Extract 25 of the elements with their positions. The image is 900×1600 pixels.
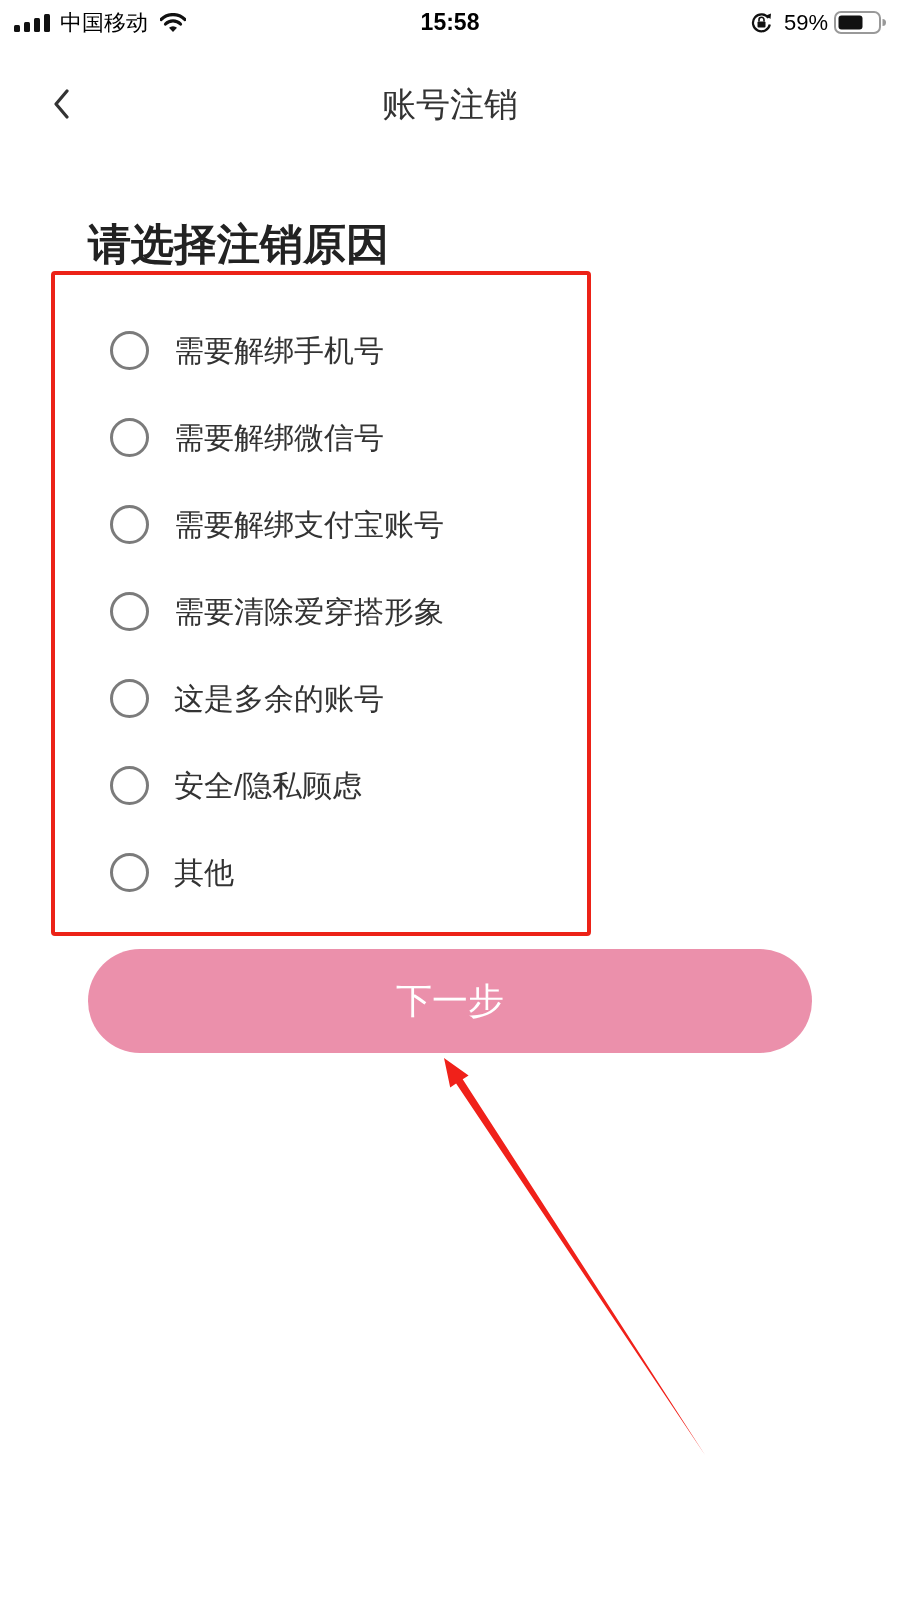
reason-label[interactable]: 其他 <box>174 857 234 888</box>
status-time: 15:58 <box>420 11 480 34</box>
reason-label[interactable]: 需要解绑支付宝账号 <box>174 509 444 540</box>
radio-button[interactable] <box>110 331 149 370</box>
radio-button[interactable] <box>110 766 149 805</box>
section-heading: 请选择注销原因 <box>88 223 389 266</box>
rotation-lock-icon <box>750 12 772 33</box>
radio-button[interactable] <box>110 853 149 892</box>
radio-button[interactable] <box>110 592 149 631</box>
signal-icon <box>14 13 50 32</box>
back-chevron-icon <box>53 89 69 119</box>
back-button[interactable] <box>53 89 69 119</box>
carrier-name: 中国移动 <box>60 11 148 34</box>
radio-button[interactable] <box>110 679 149 718</box>
battery-percent: 59% <box>783 11 828 34</box>
reason-label[interactable]: 需要解绑微信号 <box>174 422 384 453</box>
page-title: 账号注销 <box>382 87 518 121</box>
reason-label[interactable]: 需要解绑手机号 <box>174 335 384 366</box>
wifi-icon <box>160 13 186 32</box>
radio-button[interactable] <box>110 505 149 544</box>
reason-label[interactable]: 需要清除爱穿搭形象 <box>174 596 444 627</box>
reason-label[interactable]: 安全/隐私顾虑 <box>174 770 363 801</box>
battery-icon <box>834 11 886 34</box>
reason-label[interactable]: 这是多余的账号 <box>174 683 384 714</box>
radio-button[interactable] <box>110 418 149 457</box>
